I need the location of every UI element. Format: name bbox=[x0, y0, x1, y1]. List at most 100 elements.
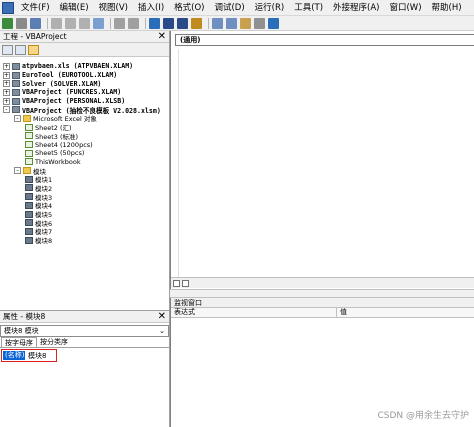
view-object-icon[interactable] bbox=[15, 44, 26, 55]
menu-window[interactable]: 窗口(W) bbox=[384, 0, 426, 16]
find-icon[interactable] bbox=[93, 17, 104, 29]
tree-item[interactable]: 模块6 bbox=[0, 218, 169, 228]
code-editor[interactable] bbox=[171, 49, 474, 287]
object-select-value: 模块8 模块 bbox=[4, 327, 39, 335]
full-module-view-icon[interactable] bbox=[182, 279, 189, 287]
tree-item[interactable]: Sheet3 (标准) bbox=[0, 132, 169, 141]
break-icon[interactable] bbox=[163, 17, 174, 29]
tree-item[interactable]: 模块2 bbox=[0, 184, 169, 193]
expand-icon[interactable]: + bbox=[3, 62, 10, 70]
folder-icon bbox=[23, 114, 31, 122]
paste-icon[interactable] bbox=[79, 17, 90, 29]
tree-item[interactable]: 模块3 bbox=[0, 192, 169, 202]
tree-item-label: 模块8 bbox=[35, 237, 53, 246]
project-explorer-icon[interactable] bbox=[212, 17, 223, 29]
menu-tools[interactable]: 工具(T) bbox=[289, 0, 328, 16]
tree-item[interactable]: 模块4 bbox=[0, 201, 169, 210]
tab-categorized[interactable]: 按分类序 bbox=[37, 337, 71, 347]
design-mode-icon[interactable] bbox=[191, 17, 202, 29]
view-code-icon[interactable] bbox=[2, 44, 13, 55]
code-margin[interactable] bbox=[171, 49, 179, 287]
collapse-icon[interactable]: - bbox=[3, 106, 10, 114]
object-select[interactable]: 模块8 模块 ⌄ bbox=[0, 325, 169, 337]
expand-icon[interactable]: + bbox=[3, 88, 10, 96]
vbe-window: 文件(F) 编辑(E) 视图(V) 插入(I) 格式(O) 调试(D) 运行(R… bbox=[0, 0, 474, 427]
chevron-down-icon: ⌄ bbox=[159, 327, 165, 335]
menu-run[interactable]: 运行(R) bbox=[250, 0, 290, 16]
tree-item[interactable]: Sheet4 (1200pcs) bbox=[0, 140, 169, 149]
menu-edit[interactable]: 编辑(E) bbox=[55, 0, 94, 16]
redo-icon[interactable] bbox=[128, 17, 139, 29]
tree-item[interactable]: + atpvbaen.xls (ATPVBAEN.XLAM) bbox=[0, 62, 169, 71]
object-dropdown[interactable]: (通用) bbox=[175, 34, 474, 46]
module-icon bbox=[25, 227, 33, 235]
watch-header: 表达式 值 bbox=[171, 308, 474, 318]
menu-addins[interactable]: 外接程序(A) bbox=[328, 0, 384, 16]
save-icon[interactable] bbox=[30, 17, 41, 29]
cut-icon[interactable] bbox=[51, 17, 62, 29]
view-excel-icon[interactable] bbox=[2, 17, 13, 29]
watermark: CSDN @用余生去守护 bbox=[377, 411, 469, 421]
properties-title-bar: 属性 - 模块8 ✕ bbox=[0, 311, 169, 323]
standard-toolbar bbox=[0, 16, 474, 31]
undo-icon[interactable] bbox=[114, 17, 125, 29]
copy-icon[interactable] bbox=[65, 17, 76, 29]
menu-file[interactable]: 文件(F) bbox=[16, 0, 55, 16]
tree-item[interactable]: + VBAProject (FUNCRES.XLAM) bbox=[0, 88, 169, 97]
menu-insert[interactable]: 插入(I) bbox=[133, 0, 169, 16]
tree-item[interactable]: ThisWorkbook bbox=[0, 158, 169, 167]
menu-format[interactable]: 格式(O) bbox=[169, 0, 209, 16]
project-icon bbox=[12, 62, 20, 70]
project-icon bbox=[12, 97, 20, 105]
tree-item-label: Sheet5 (50pcs) bbox=[35, 149, 85, 158]
collapse-icon[interactable]: - bbox=[14, 167, 21, 175]
column-value[interactable]: 值 bbox=[337, 308, 347, 317]
code-horizontal-scrollbar[interactable] bbox=[171, 277, 474, 288]
expand-icon[interactable]: + bbox=[3, 80, 10, 88]
tree-item[interactable]: - 模块 bbox=[0, 166, 169, 176]
expand-icon[interactable]: + bbox=[3, 97, 10, 105]
tree-item-label: atpvbaen.xls (ATPVBAEN.XLAM) bbox=[22, 62, 134, 71]
tree-item[interactable]: 模块8 bbox=[0, 236, 169, 245]
toolbox-icon[interactable] bbox=[254, 17, 265, 29]
collapse-icon[interactable]: - bbox=[14, 114, 21, 122]
pane-splitter[interactable] bbox=[170, 289, 474, 298]
tree-item[interactable]: + EuroTool (EUROTOOL.XLAM) bbox=[0, 71, 169, 80]
menu-debug[interactable]: 调试(D) bbox=[209, 0, 249, 16]
tab-alphabetic[interactable]: 按字母序 bbox=[1, 337, 37, 347]
module-icon bbox=[25, 175, 33, 183]
tree-item[interactable]: + Solver (SOLVER.XLAM) bbox=[0, 79, 169, 88]
property-row-name[interactable]: (名称) 模块8 bbox=[0, 349, 169, 362]
tree-item[interactable]: - Microsoft Excel 对象 bbox=[0, 114, 169, 123]
toolbar-separator bbox=[110, 17, 111, 29]
menu-help[interactable]: 帮助(H) bbox=[427, 0, 467, 16]
menu-view[interactable]: 视图(V) bbox=[94, 0, 133, 16]
watch-window-title: 监视窗口 bbox=[171, 298, 474, 308]
tree-item[interactable]: 模块7 bbox=[0, 227, 169, 236]
column-expression[interactable]: 表达式 bbox=[171, 308, 337, 317]
excel-app-icon[interactable] bbox=[2, 1, 14, 14]
toggle-folders-icon[interactable] bbox=[28, 44, 39, 55]
object-browser-icon[interactable] bbox=[240, 17, 251, 29]
run-icon[interactable] bbox=[149, 17, 160, 29]
reset-icon[interactable] bbox=[177, 17, 188, 29]
properties-tabs: 按字母序 按分类序 bbox=[0, 337, 169, 348]
insert-module-icon[interactable] bbox=[16, 17, 27, 29]
tree-item[interactable]: 模块1 bbox=[0, 175, 169, 184]
properties-window-icon[interactable] bbox=[226, 17, 237, 29]
tree-item[interactable]: Sheet5 (50pcs) bbox=[0, 149, 169, 158]
module-icon bbox=[25, 236, 33, 244]
toolbar-separator bbox=[145, 17, 146, 29]
project-explorer: 工程 - VBAProject ✕ + atpvbaen.xls (ATPVBAE… bbox=[0, 31, 170, 310]
help-icon[interactable] bbox=[268, 17, 279, 29]
tree-item[interactable]: Sheet2 (汇) bbox=[0, 123, 169, 132]
menu-bar: 文件(F) 编辑(E) 视图(V) 插入(I) 格式(O) 调试(D) 运行(R… bbox=[0, 0, 474, 16]
procedure-view-icon[interactable] bbox=[173, 279, 180, 287]
project-icon bbox=[12, 88, 20, 96]
close-icon[interactable]: ✕ bbox=[158, 311, 166, 322]
expand-icon[interactable]: + bbox=[3, 71, 10, 79]
module-icon bbox=[25, 201, 33, 209]
close-icon[interactable]: ✕ bbox=[158, 31, 166, 42]
tree-item[interactable]: 模块5 bbox=[0, 210, 169, 219]
toolbar-separator bbox=[208, 17, 209, 29]
